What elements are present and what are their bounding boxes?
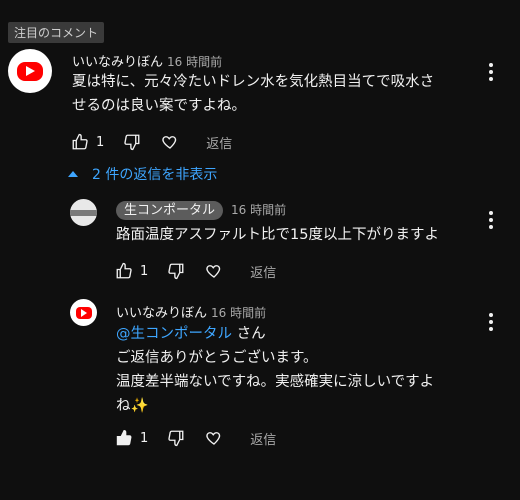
reply-text-line: @生コンポータル さん (116, 322, 466, 346)
more-vert-icon[interactable] (488, 63, 494, 81)
reply-header: いいなみりぼん 16 時間前 (116, 302, 266, 321)
creator-chip[interactable]: 生コンポータル (116, 201, 224, 220)
comment-text: 夏は特に、元々冷たいドレン水を気化熱目当てで吸水さ せるのは良い案ですよね。 (72, 70, 472, 118)
comment-time[interactable]: 16 時間前 (167, 55, 222, 69)
reply-text-line: 路面温度アスファルト比で15度以上下がりますよ (116, 227, 439, 243)
author-name[interactable]: いいなみりぼん (116, 306, 207, 321)
thumbs-up-icon[interactable] (70, 132, 90, 152)
reply-button[interactable]: 返信 (250, 262, 276, 281)
avatar[interactable] (70, 299, 97, 326)
like-count: 1 (96, 134, 105, 150)
reply-time[interactable]: 16 時間前 (211, 306, 266, 320)
author-name[interactable]: いいなみりぼん (72, 55, 163, 70)
heart-icon[interactable] (204, 261, 224, 281)
thumbs-down-icon[interactable] (122, 132, 142, 152)
reply-actions: 1 返信 (114, 261, 276, 281)
hide-replies-label: 2 件の返信を非表示 (92, 167, 218, 183)
reply-text-line: 温度差半端ないですね。実感確実に涼しいですよ (116, 374, 435, 390)
heart-icon[interactable] (160, 132, 180, 152)
like-count: 1 (140, 263, 149, 279)
reply-button[interactable]: 返信 (250, 429, 276, 448)
comment-actions: 1 返信 (70, 132, 232, 152)
reply-text-line: ご返信ありがとうございます。 (116, 350, 318, 366)
thumbs-down-icon[interactable] (166, 428, 186, 448)
heart-icon[interactable] (204, 428, 224, 448)
pinned-comment-label: 注目のコメント (8, 22, 105, 43)
comment-text-line: 夏は特に、元々冷たいドレン水を気化熱目当てで吸水さ (72, 74, 435, 90)
reply-text: 路面温度アスファルト比で15度以上下がりますよ (116, 223, 439, 247)
avatar[interactable] (8, 49, 52, 93)
reply-actions: 1 返信 (114, 428, 276, 448)
reply-text: @生コンポータル さん ご返信ありがとうございます。 温度差半端ないですね。実感… (116, 322, 466, 418)
reply-time[interactable]: 16 時間前 (231, 203, 286, 217)
mention-suffix: さん (232, 326, 266, 342)
reply-header: 生コンポータル 16 時間前 (116, 199, 286, 220)
thumbs-down-icon[interactable] (166, 261, 186, 281)
more-vert-icon[interactable] (488, 211, 494, 229)
reply-button[interactable]: 返信 (206, 133, 232, 152)
thumbs-up-icon[interactable] (114, 428, 134, 448)
avatar[interactable] (70, 199, 97, 226)
thumbs-up-icon[interactable] (114, 261, 134, 281)
reply-text-line: ね✨ (116, 398, 149, 414)
more-vert-icon[interactable] (488, 313, 494, 331)
hide-replies-toggle[interactable]: 2 件の返信を非表示 (68, 164, 217, 184)
caret-up-icon (68, 171, 78, 177)
mention-link[interactable]: @生コンポータル (116, 326, 232, 342)
comment-header: いいなみりぼん 16 時間前 (72, 51, 222, 70)
comment-text-line: せるのは良い案ですよね。 (72, 98, 246, 114)
like-count: 1 (140, 430, 149, 446)
